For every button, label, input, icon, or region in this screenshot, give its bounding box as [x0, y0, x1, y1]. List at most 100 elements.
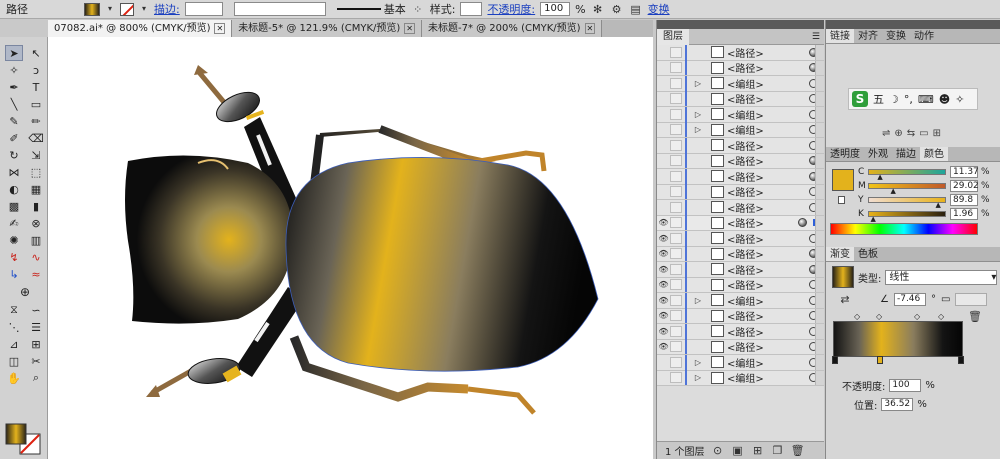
- tab-appearance[interactable]: 外观: [864, 147, 892, 161]
- scrollbar-track[interactable]: [815, 76, 824, 91]
- layer-name[interactable]: <编组>: [727, 370, 809, 385]
- stroke-weight-field[interactable]: ​: [184, 2, 223, 16]
- layer-row[interactable]: 👁 <路径>: [657, 323, 824, 340]
- scrollbar-track[interactable]: [815, 107, 824, 122]
- blob-brush-tool-icon[interactable]: ✐: [5, 130, 23, 146]
- lock-toggle[interactable]: [670, 217, 682, 229]
- tab-swatches[interactable]: 色板: [854, 247, 882, 261]
- width-tool-icon[interactable]: ⋈: [5, 164, 23, 180]
- fill-dropdown-icon[interactable]: ▾: [105, 3, 115, 15]
- slice-tool-icon[interactable]: ⊿: [5, 336, 23, 352]
- layer-row[interactable]: ▷ <编组>: [657, 75, 824, 92]
- trash-icon[interactable]: 🗑: [791, 444, 805, 458]
- anchor-convert-icon[interactable]: ↯: [5, 249, 23, 265]
- scrollbar-track[interactable]: [815, 215, 824, 230]
- gradient-ramp[interactable]: [833, 321, 963, 357]
- style-field[interactable]: ​: [460, 2, 483, 16]
- layer-row[interactable]: 👁 <路径>: [657, 277, 824, 293]
- tab-doc-2[interactable]: 未标题-5* @ 121.9% (CMYK/预览) ✕: [232, 20, 422, 37]
- gradient-tool-icon[interactable]: ▮: [27, 198, 45, 214]
- stroke-swatch[interactable]: [120, 2, 134, 16]
- transform-link[interactable]: 变换: [648, 1, 670, 17]
- tab-transform[interactable]: 变换: [882, 29, 910, 43]
- color-stop[interactable]: [832, 356, 838, 364]
- layer-name[interactable]: <编组>: [727, 122, 809, 137]
- tab-align[interactable]: 对齐: [854, 29, 882, 43]
- slider-thumb[interactable]: ▲: [935, 202, 940, 209]
- layer-row[interactable]: 👁 <路径>: [657, 230, 824, 247]
- scrollbar-track[interactable]: [815, 246, 824, 261]
- lock-toggle[interactable]: [670, 170, 682, 182]
- lock-toggle[interactable]: [670, 201, 682, 213]
- stop-position-field[interactable]: 36.52: [881, 398, 914, 411]
- visibility-eye-icon[interactable]: 👁: [657, 265, 670, 274]
- tab-actions[interactable]: 动作: [910, 29, 938, 43]
- close-icon[interactable]: ✕: [404, 23, 415, 34]
- eyedropper-tool-icon[interactable]: ✍: [5, 215, 23, 231]
- scrollbar-track[interactable]: [815, 91, 824, 106]
- layer-row[interactable]: <路径>: [657, 137, 824, 154]
- visibility-eye-icon[interactable]: 👁: [657, 311, 670, 320]
- tab-doc-3[interactable]: 未标题-7* @ 200% (CMYK/预览) ✕: [421, 20, 603, 37]
- scissors-tool-icon[interactable]: ✂: [27, 353, 45, 369]
- stroke-dropdown-icon[interactable]: ▾: [139, 3, 149, 15]
- layer-name[interactable]: <路径>: [727, 184, 809, 199]
- color-stop-selected[interactable]: [877, 356, 883, 364]
- layer-row[interactable]: 👁 <路径>: [657, 339, 824, 355]
- scrollbar-track[interactable]: [815, 324, 824, 339]
- close-icon[interactable]: ✕: [214, 23, 226, 34]
- midpoint-diamond-icon[interactable]: ◇: [854, 312, 860, 321]
- tab-doc-1[interactable]: 07082.ai* @ 800% (CMYK/预览) ✕: [48, 20, 233, 37]
- lock-toggle[interactable]: [670, 139, 682, 151]
- scrollbar-track[interactable]: [815, 355, 824, 370]
- midpoint-diamond-icon[interactable]: ◇: [914, 312, 920, 321]
- lock-toggle[interactable]: [670, 356, 682, 368]
- layer-row[interactable]: ▷ <编组>: [657, 370, 824, 386]
- visibility-eye-icon[interactable]: 👁: [657, 234, 670, 243]
- curve-icon[interactable]: ∿: [27, 249, 45, 265]
- layer-row[interactable]: ▷ <编组>: [657, 122, 824, 138]
- magic-wand-tool-icon[interactable]: ✧: [5, 62, 23, 78]
- pen-tool-icon[interactable]: ✒: [5, 79, 23, 95]
- layer-row[interactable]: <路径>: [657, 168, 824, 185]
- mesh-tool-icon[interactable]: ▩: [5, 198, 23, 214]
- new-layer-icon[interactable]: ❐: [771, 444, 785, 458]
- layer-name[interactable]: <路径>: [727, 339, 809, 354]
- layer-name[interactable]: <编组>: [727, 107, 809, 122]
- angle-field[interactable]: -7.46: [893, 292, 926, 306]
- eraser-tool-icon[interactable]: ⌫: [27, 130, 45, 146]
- layer-row[interactable]: 👁 <路径>: [657, 246, 824, 262]
- tab-color[interactable]: 颜色: [920, 147, 948, 161]
- lasso-tool-icon[interactable]: ↄ: [27, 62, 45, 78]
- lock-toggle[interactable]: [670, 294, 682, 306]
- channel-track[interactable]: ▲: [868, 169, 946, 181]
- layer-row[interactable]: 👁 ▷ <编组>: [657, 292, 824, 309]
- scrollbar-track[interactable]: [815, 293, 824, 308]
- layer-name[interactable]: <路径>: [727, 45, 809, 60]
- scrollbar-track[interactable]: [815, 60, 824, 75]
- expand-triangle-icon[interactable]: ▷: [693, 358, 703, 367]
- expand-triangle-icon[interactable]: ▷: [693, 373, 703, 382]
- slider-thumb[interactable]: ▲: [877, 174, 882, 181]
- expand-triangle-icon[interactable]: ▷: [693, 296, 703, 305]
- lock-toggle[interactable]: [670, 248, 682, 260]
- perspective-grid-tool-icon[interactable]: ▦: [27, 181, 45, 197]
- channel-value-field[interactable]: 29.02: [950, 180, 979, 192]
- scrollbar-track[interactable]: [815, 370, 824, 385]
- lock-toggle[interactable]: [670, 341, 682, 353]
- layer-name[interactable]: <路径>: [727, 246, 809, 261]
- aspect-ratio-field[interactable]: [955, 292, 988, 306]
- lock-toggle[interactable]: [670, 325, 682, 337]
- locate-object-icon[interactable]: ⊙: [711, 444, 725, 458]
- brush-selector[interactable]: 基本: [336, 1, 406, 17]
- distribute-icon[interactable]: ⁘: [411, 2, 425, 16]
- line-tool-icon[interactable]: ╲: [5, 96, 23, 112]
- slider-thumb[interactable]: ▲: [890, 188, 895, 195]
- rotate-tool-icon[interactable]: ↻: [5, 147, 23, 163]
- tab-links[interactable]: 链接: [826, 29, 854, 43]
- target-tool-icon[interactable]: ⊕: [5, 284, 45, 300]
- paintbrush-tool-icon[interactable]: ✎: [5, 113, 23, 129]
- layer-row[interactable]: <路径>: [657, 91, 824, 107]
- artboard-canvas[interactable]: [48, 37, 653, 459]
- gear-icon[interactable]: ⚙: [610, 2, 624, 16]
